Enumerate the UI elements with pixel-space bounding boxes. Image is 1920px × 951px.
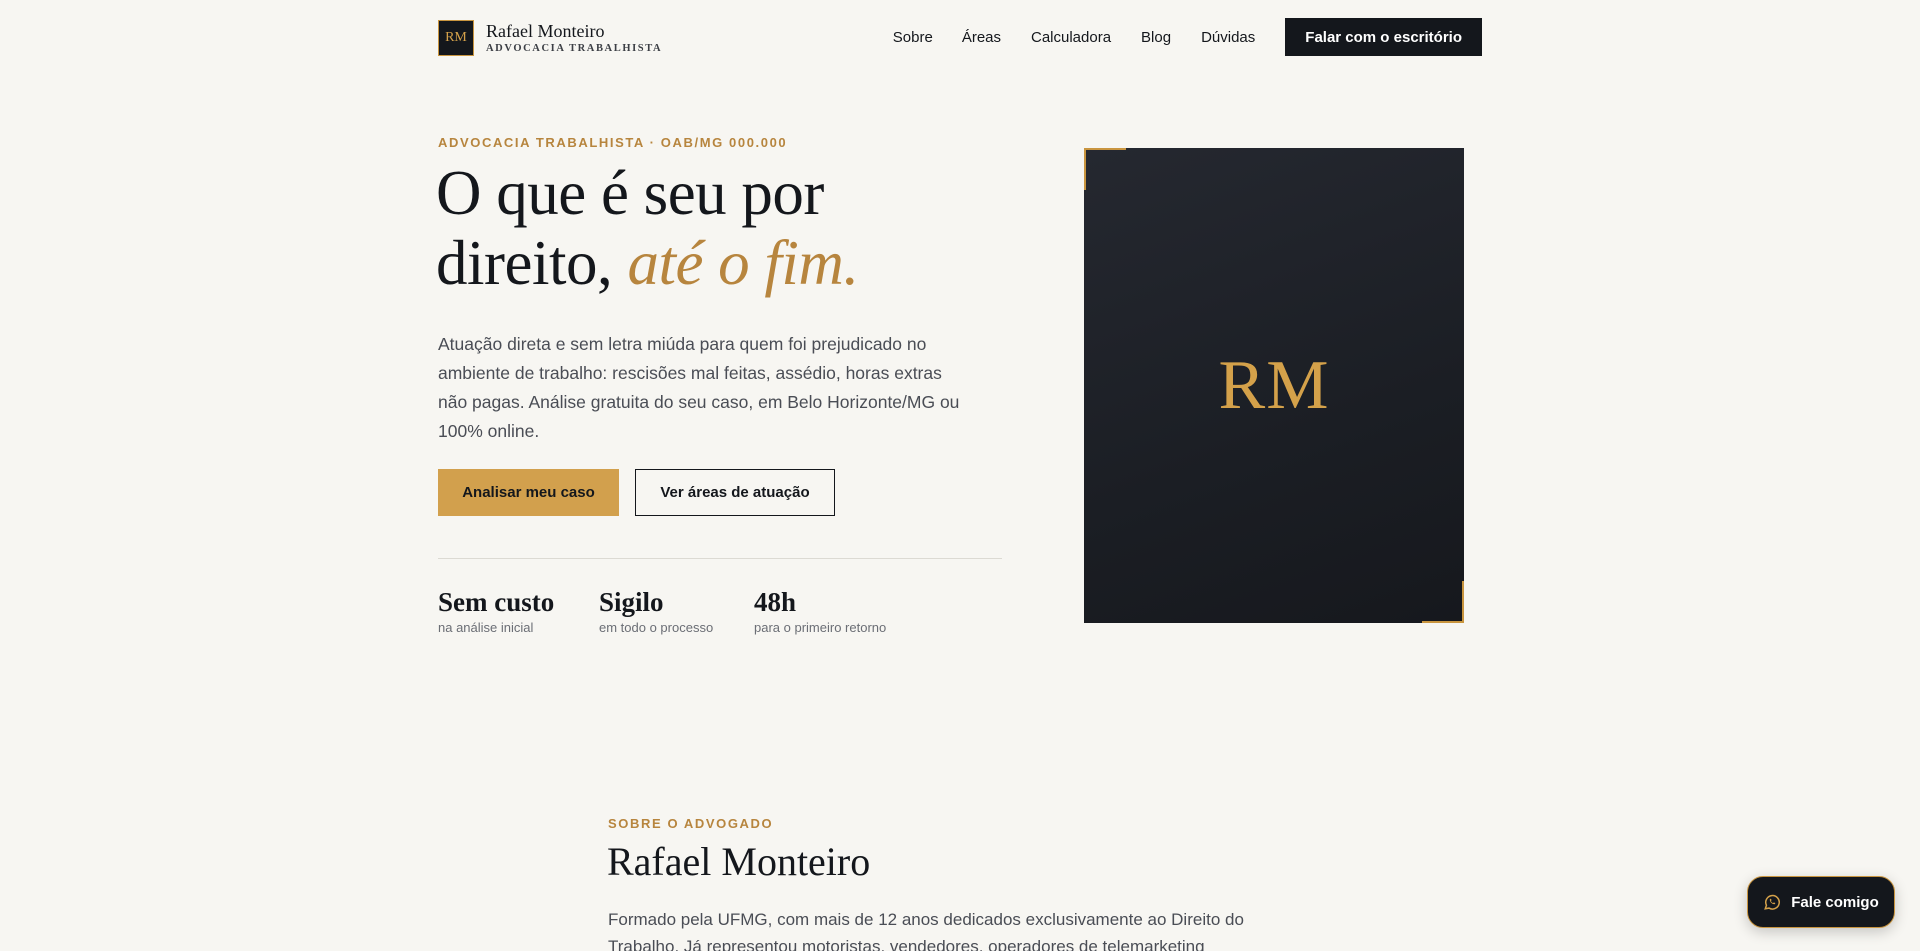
- stat-subtitle: para o primeiro retorno: [754, 620, 887, 635]
- card-corner-bottom-right: [1422, 581, 1464, 623]
- hero-eyebrow: ADVOCACIA TRABALHISTA · OAB/MG 000.000: [438, 135, 788, 150]
- stat-title: 48h: [754, 587, 797, 617]
- hero-title-line1: O que é seu por: [436, 158, 824, 228]
- logo-subtitle: ADVOCACIA TRABALHISTA: [486, 42, 663, 54]
- nav-link-calculadora[interactable]: Calculadora: [1031, 29, 1111, 46]
- card-corner-top-left: [1084, 148, 1126, 190]
- logo-monogram: RM: [438, 20, 474, 56]
- nav-link-blog[interactable]: Blog: [1141, 29, 1171, 46]
- practice-areas-button[interactable]: Ver áreas de atuação: [635, 469, 835, 516]
- stat-title: Sem custo: [438, 587, 555, 617]
- analyze-case-button[interactable]: Analisar meu caso: [438, 469, 619, 516]
- hero-title: O que é seu por direito, até o fim.: [436, 158, 859, 298]
- about-text: Formado pela UFMG, com mais de 12 anos d…: [608, 910, 1244, 951]
- nav-link-sobre[interactable]: Sobre: [893, 29, 933, 46]
- nav-link-duvidas[interactable]: Dúvidas: [1201, 29, 1255, 46]
- about-eyebrow: SOBRE O ADVOGADO: [608, 816, 774, 831]
- contact-office-button[interactable]: Falar com o escritório: [1285, 18, 1482, 56]
- hero-lead: Atuação direta e sem letra miúda para qu…: [438, 334, 960, 441]
- site-header: RM Rafael Monteiro ADVOCACIA TRABALHISTA…: [438, 18, 1482, 58]
- stat-subtitle: na análise inicial: [438, 620, 534, 635]
- whatsapp-icon: [1763, 893, 1781, 911]
- stat-confidentiality: Sigilo em todo o processo: [599, 586, 713, 635]
- hero-title-line2: direito,: [436, 228, 628, 298]
- logo-name: Rafael Monteiro: [486, 20, 605, 41]
- chat-button[interactable]: Fale comigo: [1747, 876, 1895, 928]
- logo-text: Rafael Monteiro ADVOCACIA TRABALHISTA: [486, 22, 662, 55]
- stat-subtitle: em todo o processo: [599, 620, 714, 635]
- nav-link-areas[interactable]: Áreas: [962, 29, 1001, 46]
- stat-title: Sigilo: [599, 587, 664, 617]
- card-monogram: RM: [1218, 346, 1330, 424]
- main-nav: Sobre Áreas Calculadora Blog Dúvidas Fal…: [893, 18, 1482, 56]
- site-logo[interactable]: RM Rafael Monteiro ADVOCACIA TRABALHISTA: [438, 20, 662, 56]
- stat-no-cost: Sem custo na análise inicial: [438, 586, 554, 635]
- hero-title-accent: até o fim.: [627, 228, 859, 298]
- stat-response-time: 48h para o primeiro retorno: [754, 586, 886, 635]
- about-title: Rafael Monteiro: [607, 839, 871, 884]
- hero-divider: [438, 558, 1002, 559]
- chat-button-label: Fale comigo: [1791, 893, 1879, 911]
- portrait-card: RM: [1084, 148, 1464, 623]
